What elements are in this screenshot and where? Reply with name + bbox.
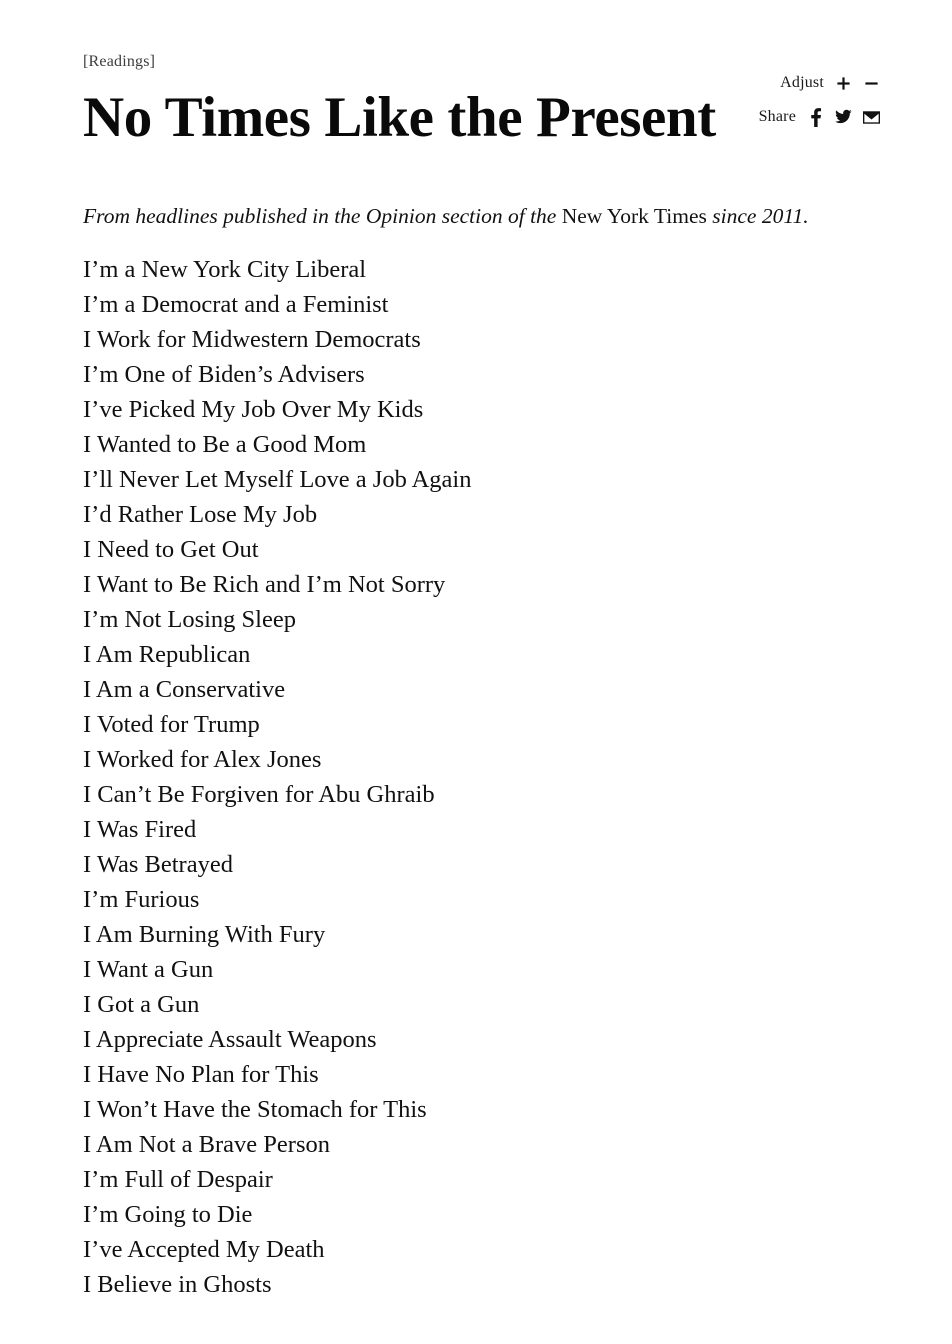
list-item: I Worked for Alex Jones: [83, 746, 322, 773]
list-item: I Work for Midwestern Democrats: [83, 326, 421, 353]
list-item: I Was Betrayed: [83, 851, 233, 878]
list-item: I Can’t Be Forgiven for Abu Ghraib: [83, 781, 435, 808]
list-item: I Am Not a Brave Person: [83, 1131, 330, 1158]
list-item: I Have No Plan for This: [83, 1061, 319, 1088]
list-item: I’m Not Losing Sleep: [83, 606, 296, 633]
list-item: I’ll Never Let Myself Love a Job Again: [83, 466, 472, 493]
share-controls: Share: [759, 104, 880, 130]
page-title: No Times Like the Present: [83, 86, 716, 149]
list-item: I Believe in Ghosts: [83, 1271, 272, 1298]
standfirst: From headlines published in the Opinion …: [83, 203, 892, 231]
list-item: I’ve Picked My Job Over My Kids: [83, 396, 424, 423]
list-item: I’m One of Biden’s Advisers: [83, 361, 365, 388]
headline-list: I’m a New York City Liberal I’m a Democra…: [83, 252, 892, 1302]
share-label: Share: [758, 108, 796, 125]
list-item: I Was Fired: [83, 816, 197, 843]
standfirst-after: since 2011.: [706, 204, 809, 228]
utility-controls: Adjust Share: [759, 70, 880, 130]
decrease-text-size-button[interactable]: [863, 73, 880, 93]
twitter-icon[interactable]: [835, 107, 852, 127]
increase-text-size-button[interactable]: [835, 73, 852, 93]
list-item: I Am a Conservative: [83, 676, 286, 703]
list-item: I Got a Gun: [83, 991, 200, 1018]
list-item: I’m Going to Die: [83, 1201, 253, 1228]
list-item: I’ve Accepted My Death: [83, 1236, 325, 1263]
email-icon[interactable]: [863, 107, 880, 127]
list-item: I Wanted to Be a Good Mom: [83, 431, 367, 458]
list-item: I Am Burning With Fury: [83, 921, 326, 948]
list-item: I’m Full of Despair: [83, 1166, 273, 1193]
list-item: I Am Republican: [83, 641, 251, 668]
standfirst-publication: New York Times: [561, 204, 707, 228]
article-page: Adjust Share [Readings] No Times Like th…: [0, 0, 952, 1344]
list-item: I Need to Get Out: [83, 536, 259, 563]
list-item: I Won’t Have the Stomach for This: [83, 1096, 427, 1123]
list-item: I Want to Be Rich and I’m Not Sorry: [83, 571, 446, 598]
list-item: I’d Rather Lose My Job: [83, 501, 318, 528]
list-item: I Appreciate Assault Weapons: [83, 1026, 377, 1053]
section-kicker[interactable]: [Readings]: [83, 53, 155, 71]
list-item: I’m a New York City Liberal: [83, 256, 367, 283]
adjust-label: Adjust: [780, 74, 824, 91]
list-item: I Voted for Trump: [83, 711, 260, 738]
adjust-controls: Adjust: [759, 70, 880, 96]
list-item: I’m Furious: [83, 886, 200, 913]
list-item: I’m a Democrat and a Feminist: [83, 291, 389, 318]
standfirst-before: From headlines published in the Opinion …: [83, 204, 562, 228]
list-item: I Want a Gun: [83, 956, 214, 983]
facebook-icon[interactable]: [807, 107, 824, 127]
